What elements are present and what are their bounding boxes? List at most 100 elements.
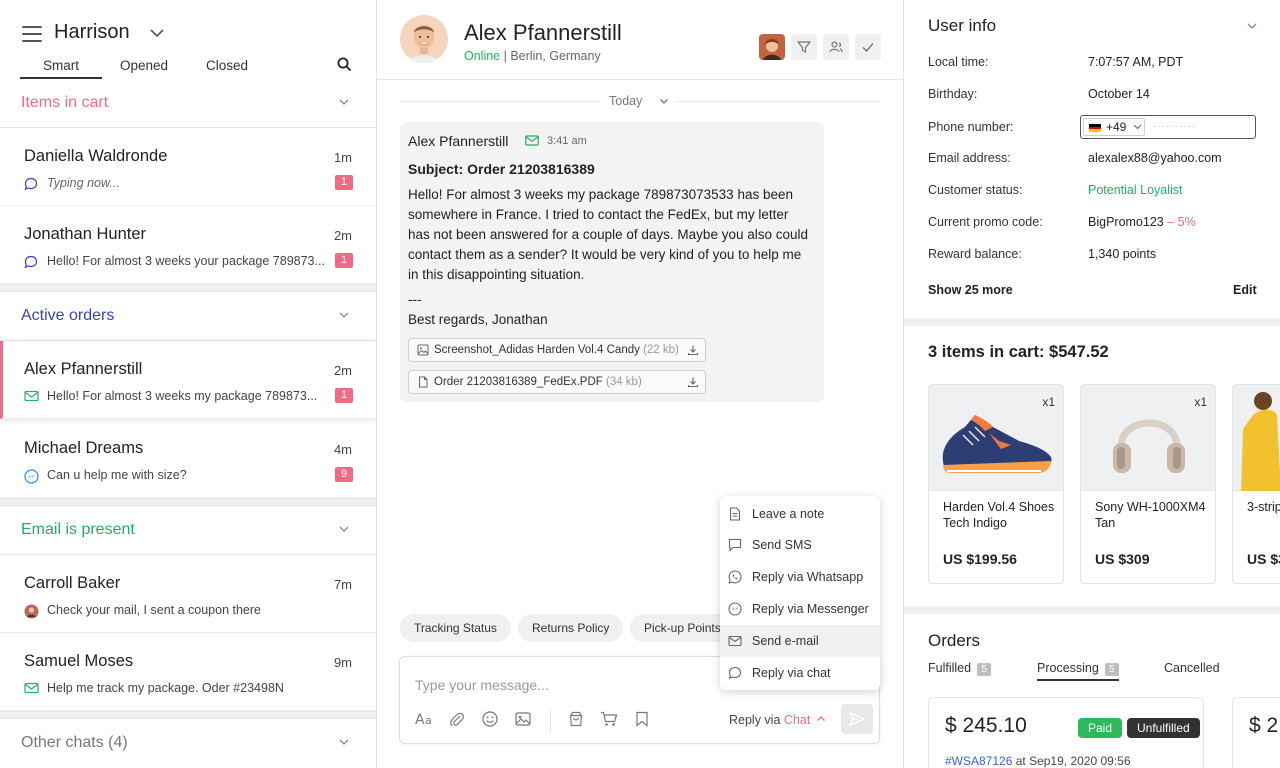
cart-product[interactable]: x1 Sony WH-1000XM4 Tan US $309	[1080, 384, 1216, 584]
menu-item-send-e-mail[interactable]: Send e-mail	[720, 625, 880, 657]
chat-name: Jonathan Hunter	[24, 225, 147, 243]
mail-icon	[525, 135, 539, 146]
chevron-up-icon[interactable]	[816, 715, 826, 722]
birthday-value: October 14	[1088, 87, 1150, 101]
section-separator	[0, 284, 376, 292]
tab-opened[interactable]: Opened	[120, 58, 168, 73]
phone-number-field[interactable]: +49 ··········	[1080, 115, 1256, 139]
attachment-icon[interactable]	[449, 711, 465, 727]
chat-name: Michael Dreams	[24, 439, 144, 457]
order-card[interactable]: $ 245.10 Paid Unfulfilled #WSA87126 at S…	[928, 697, 1204, 768]
quick-reply-tracking-status[interactable]: Tracking Status	[400, 614, 511, 642]
section-items-in-cart[interactable]: Items in cart	[0, 80, 376, 128]
order-card[interactable]: $ 2	[1232, 697, 1280, 768]
unread-badge: 1	[335, 388, 353, 403]
resolve-button[interactable]	[855, 34, 881, 60]
quick-reply-returns-policy[interactable]: Returns Policy	[518, 614, 624, 642]
product-price: US $199.56	[943, 551, 1017, 567]
product-image	[1233, 385, 1280, 491]
image-icon[interactable]	[515, 711, 531, 727]
orders-tab-fulfilled[interactable]: Fulfilled 5	[928, 661, 991, 676]
messenger-icon	[728, 602, 742, 616]
cart-product[interactable]: 3-strip sweat yellow US $3	[1232, 384, 1280, 584]
emoji-icon[interactable]	[482, 711, 498, 727]
phone-number-input[interactable]: ··········	[1153, 121, 1196, 132]
cart-icon[interactable]	[600, 711, 618, 727]
country-code-select[interactable]: +49	[1083, 118, 1145, 136]
order-amount: $ 2	[1249, 714, 1279, 737]
user-avatar-icon	[759, 34, 785, 60]
chat-item[interactable]: Samuel Moses 9m Help me track my package…	[0, 633, 376, 711]
chat-item-selected[interactable]: Alex Pfannerstill 2m Hello! For almost 3…	[0, 341, 376, 419]
chat-preview: Hello! For almost 3 weeks your package 7…	[47, 254, 325, 268]
menu-item-leave-a-note[interactable]: Leave a note	[720, 498, 880, 530]
svg-text:A: A	[415, 712, 425, 727]
chat-preview: Typing now...	[47, 176, 120, 190]
menu-item-reply-via-whatsapp[interactable]: Reply via Whatsapp	[720, 561, 880, 593]
chat-name: Carroll Baker	[24, 574, 121, 592]
user-info-card: User info Local time: 7:07:57 AM, PDT Bi…	[904, 0, 1280, 318]
menu-item-reply-via-chat[interactable]: Reply via chat	[720, 657, 880, 689]
chat-item[interactable]: Carroll Baker 7m Check your mail, I sent…	[0, 555, 376, 633]
workspace-name[interactable]: Harrison	[54, 21, 130, 44]
attachment[interactable]: Order 21203816389_FedEx.PDF (34 kb)	[408, 370, 706, 394]
reply-channel-selector[interactable]: Reply via Chat	[729, 713, 810, 727]
download-icon[interactable]	[687, 376, 699, 388]
section-email-is-present[interactable]: Email is present	[0, 507, 376, 555]
chat-item[interactable]: Daniella Waldronde 1m Typing now... 1	[0, 128, 376, 206]
download-icon[interactable]	[687, 344, 699, 356]
user-info-title: User info	[928, 16, 997, 35]
chat-list-panel: Harrison Smart Opened Closed Items in ca…	[0, 0, 377, 768]
chevron-down-icon[interactable]	[1246, 22, 1258, 30]
text-format-icon[interactable]: Aa	[415, 711, 435, 727]
chevron-down-icon[interactable]	[338, 311, 350, 319]
message-input-placeholder[interactable]: Type your message...	[415, 677, 549, 693]
quick-reply-pick-up-points[interactable]: Pick-up Points	[630, 614, 735, 642]
menu-icon[interactable]	[22, 26, 42, 42]
customer-details-panel: User info Local time: 7:07:57 AM, PDT Bi…	[904, 0, 1280, 768]
header-divider	[377, 79, 904, 80]
tab-count: 5	[1104, 663, 1119, 676]
attachment-size: (34 kb)	[605, 376, 642, 388]
chat-preview: Check your mail, I sent a coupon there	[47, 603, 262, 617]
sweatshirt-image	[1241, 392, 1280, 491]
local-time-value: 7:07:57 AM, PDT	[1088, 55, 1184, 69]
product-name: Sony WH-1000XM4 Tan	[1095, 500, 1206, 530]
section-active-orders[interactable]: Active orders	[0, 293, 376, 341]
orders-tab-cancelled[interactable]: Cancelled	[1164, 661, 1220, 675]
search-icon[interactable]	[337, 57, 352, 72]
chat-item[interactable]: Jonathan Hunter 2m Hello! For almost 3 w…	[0, 206, 376, 284]
filter-button[interactable]	[791, 34, 817, 60]
show-more-link[interactable]: Show 25 more	[928, 283, 1013, 297]
menu-item-send-sms[interactable]: Send SMS	[720, 529, 880, 561]
bookmark-icon[interactable]	[635, 711, 649, 727]
reply-channel: Chat	[783, 713, 811, 727]
chevron-down-icon[interactable]	[338, 98, 350, 106]
chevron-down-icon[interactable]	[338, 738, 350, 746]
filter-icon	[796, 41, 812, 53]
section-other-chats[interactable]: Other chats (4)	[0, 720, 376, 768]
chevron-down-icon[interactable]	[338, 525, 350, 533]
tab-smart[interactable]: Smart	[20, 58, 102, 79]
field-label: Birthday:	[928, 87, 978, 101]
cart-title: 3 items in cart: $547.52	[928, 343, 1109, 361]
chat-time: 2m	[333, 363, 352, 378]
cart-product[interactable]: x1 Harden Vol.4 Shoes Tech Indigo US $19…	[928, 384, 1064, 584]
chat-name: Daniella Waldronde	[24, 147, 168, 165]
tab-closed[interactable]: Closed	[206, 58, 248, 73]
assigned-agent-avatar[interactable]	[759, 34, 785, 60]
assign-user-button[interactable]	[823, 34, 849, 60]
attachment-size: (22 kb)	[643, 344, 679, 356]
send-button[interactable]	[841, 704, 873, 734]
orders-tab-processing[interactable]: Processing 5	[1037, 661, 1119, 681]
edit-button[interactable]: Edit	[1233, 283, 1257, 297]
chat-item[interactable]: Michael Dreams 4m Can u help me with siz…	[0, 420, 376, 498]
signature-divider: ---	[408, 292, 422, 307]
attachment[interactable]: Screenshot_Adidas Harden Vol.4 Candy (22…	[408, 338, 706, 362]
shopping-bag-icon[interactable]	[568, 711, 584, 727]
order-id-link[interactable]: #WSA87126	[945, 754, 1012, 768]
check-icon	[862, 43, 874, 53]
menu-item-reply-via-messenger[interactable]: Reply via Messenger	[720, 593, 880, 625]
chevron-down-icon[interactable]	[659, 98, 669, 105]
chevron-down-icon[interactable]	[150, 28, 164, 38]
